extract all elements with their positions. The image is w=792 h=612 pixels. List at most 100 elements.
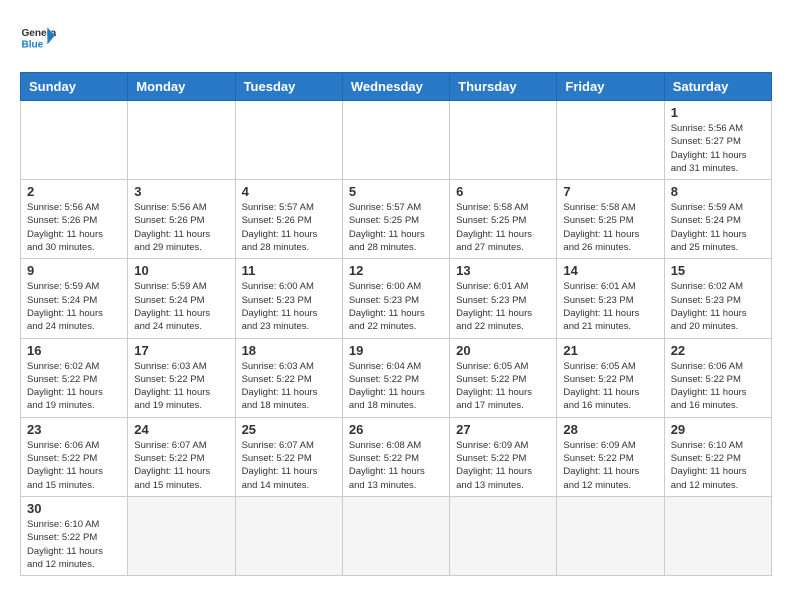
day-number: 7 bbox=[563, 184, 657, 199]
day-number: 6 bbox=[456, 184, 550, 199]
calendar-cell: 29 Sunrise: 6:10 AMSunset: 5:22 PMDayligh… bbox=[664, 417, 771, 496]
calendar-cell: 7 Sunrise: 5:58 AMSunset: 5:25 PMDaylight… bbox=[557, 180, 664, 259]
calendar: SundayMondayTuesdayWednesdayThursdayFrid… bbox=[20, 72, 772, 576]
day-number: 20 bbox=[456, 343, 550, 358]
day-info: Sunrise: 6:05 AMSunset: 5:22 PMDaylight:… bbox=[563, 360, 657, 413]
calendar-cell: 18 Sunrise: 6:03 AMSunset: 5:22 PMDayligh… bbox=[235, 338, 342, 417]
calendar-cell: 23Sunrise: 6:06 AMSunset: 5:22 PMDayligh… bbox=[21, 417, 128, 496]
day-info: Sunrise: 6:10 AMSunset: 5:22 PMDaylight:… bbox=[671, 439, 765, 492]
calendar-cell: 25 Sunrise: 6:07 AMSunset: 5:22 PMDayligh… bbox=[235, 417, 342, 496]
calendar-cell: 20Sunrise: 6:05 AMSunset: 5:22 PMDayligh… bbox=[450, 338, 557, 417]
calendar-cell bbox=[557, 496, 664, 575]
day-info: Sunrise: 6:00 AMSunset: 5:23 PMDaylight:… bbox=[349, 280, 443, 333]
day-number: 8 bbox=[671, 184, 765, 199]
calendar-header-wednesday: Wednesday bbox=[342, 73, 449, 101]
calendar-header-friday: Friday bbox=[557, 73, 664, 101]
calendar-cell bbox=[450, 496, 557, 575]
day-info: Sunrise: 6:02 AMSunset: 5:23 PMDaylight:… bbox=[671, 280, 765, 333]
day-number: 9 bbox=[27, 263, 121, 278]
calendar-cell: 28 Sunrise: 6:09 AMSunset: 5:22 PMDayligh… bbox=[557, 417, 664, 496]
calendar-cell: 4Sunrise: 5:57 AMSunset: 5:26 PMDaylight… bbox=[235, 180, 342, 259]
day-number: 1 bbox=[671, 105, 765, 120]
day-info: Sunrise: 5:59 AMSunset: 5:24 PMDaylight:… bbox=[671, 201, 765, 254]
day-number: 27 bbox=[456, 422, 550, 437]
day-number: 22 bbox=[671, 343, 765, 358]
day-info: Sunrise: 6:02 AMSunset: 5:22 PMDaylight:… bbox=[27, 360, 121, 413]
calendar-cell bbox=[235, 496, 342, 575]
day-number: 15 bbox=[671, 263, 765, 278]
calendar-header-monday: Monday bbox=[128, 73, 235, 101]
calendar-cell: 3 Sunrise: 5:56 AMSunset: 5:26 PMDaylight… bbox=[128, 180, 235, 259]
calendar-cell: 24 Sunrise: 6:07 AMSunset: 5:22 PMDayligh… bbox=[128, 417, 235, 496]
calendar-header-thursday: Thursday bbox=[450, 73, 557, 101]
calendar-week-row: 1Sunrise: 5:56 AMSunset: 5:27 PMDaylight… bbox=[21, 101, 772, 180]
calendar-cell: 27 Sunrise: 6:09 AMSunset: 5:22 PMDayligh… bbox=[450, 417, 557, 496]
calendar-cell: 21 Sunrise: 6:05 AMSunset: 5:22 PMDayligh… bbox=[557, 338, 664, 417]
day-number: 5 bbox=[349, 184, 443, 199]
day-info: Sunrise: 6:07 AMSunset: 5:22 PMDaylight:… bbox=[242, 439, 336, 492]
day-info: Sunrise: 6:06 AMSunset: 5:22 PMDaylight:… bbox=[27, 439, 121, 492]
day-number: 29 bbox=[671, 422, 765, 437]
day-info: Sunrise: 6:10 AMSunset: 5:22 PMDaylight:… bbox=[27, 518, 121, 571]
day-number: 30 bbox=[27, 501, 121, 516]
day-info: Sunrise: 6:01 AMSunset: 5:23 PMDaylight:… bbox=[456, 280, 550, 333]
calendar-cell bbox=[128, 496, 235, 575]
day-number: 26 bbox=[349, 422, 443, 437]
day-info: Sunrise: 5:59 AMSunset: 5:24 PMDaylight:… bbox=[134, 280, 228, 333]
day-number: 2 bbox=[27, 184, 121, 199]
day-info: Sunrise: 6:03 AMSunset: 5:22 PMDaylight:… bbox=[134, 360, 228, 413]
day-info: Sunrise: 5:58 AMSunset: 5:25 PMDaylight:… bbox=[456, 201, 550, 254]
calendar-header-row: SundayMondayTuesdayWednesdayThursdayFrid… bbox=[21, 73, 772, 101]
calendar-cell: 30 Sunrise: 6:10 AMSunset: 5:22 PMDayligh… bbox=[21, 496, 128, 575]
day-info: Sunrise: 6:09 AMSunset: 5:22 PMDaylight:… bbox=[456, 439, 550, 492]
day-info: Sunrise: 6:01 AMSunset: 5:23 PMDaylight:… bbox=[563, 280, 657, 333]
day-info: Sunrise: 6:03 AMSunset: 5:22 PMDaylight:… bbox=[242, 360, 336, 413]
day-info: Sunrise: 6:00 AMSunset: 5:23 PMDaylight:… bbox=[242, 280, 336, 333]
day-number: 24 bbox=[134, 422, 228, 437]
logo: General Blue bbox=[20, 20, 56, 56]
day-number: 3 bbox=[134, 184, 228, 199]
calendar-header-saturday: Saturday bbox=[664, 73, 771, 101]
calendar-cell bbox=[450, 101, 557, 180]
day-info: Sunrise: 5:56 AMSunset: 5:26 PMDaylight:… bbox=[134, 201, 228, 254]
calendar-cell: 5Sunrise: 5:57 AMSunset: 5:25 PMDaylight… bbox=[342, 180, 449, 259]
calendar-header-tuesday: Tuesday bbox=[235, 73, 342, 101]
calendar-cell: 6 Sunrise: 5:58 AMSunset: 5:25 PMDaylight… bbox=[450, 180, 557, 259]
day-number: 12 bbox=[349, 263, 443, 278]
page-header: General Blue bbox=[20, 20, 772, 56]
calendar-cell bbox=[664, 496, 771, 575]
calendar-cell bbox=[557, 101, 664, 180]
logo-icon: General Blue bbox=[20, 20, 56, 56]
day-number: 17 bbox=[134, 343, 228, 358]
day-number: 18 bbox=[242, 343, 336, 358]
day-info: Sunrise: 6:07 AMSunset: 5:22 PMDaylight:… bbox=[134, 439, 228, 492]
calendar-week-row: 30 Sunrise: 6:10 AMSunset: 5:22 PMDayligh… bbox=[21, 496, 772, 575]
day-number: 10 bbox=[134, 263, 228, 278]
day-info: Sunrise: 5:58 AMSunset: 5:25 PMDaylight:… bbox=[563, 201, 657, 254]
day-info: Sunrise: 6:09 AMSunset: 5:22 PMDaylight:… bbox=[563, 439, 657, 492]
calendar-cell: 17 Sunrise: 6:03 AMSunset: 5:22 PMDayligh… bbox=[128, 338, 235, 417]
day-number: 4 bbox=[242, 184, 336, 199]
calendar-cell bbox=[342, 101, 449, 180]
calendar-week-row: 9 Sunrise: 5:59 AMSunset: 5:24 PMDaylight… bbox=[21, 259, 772, 338]
calendar-cell: 2Sunrise: 5:56 AMSunset: 5:26 PMDaylight… bbox=[21, 180, 128, 259]
calendar-header-sunday: Sunday bbox=[21, 73, 128, 101]
calendar-cell: 16Sunrise: 6:02 AMSunset: 5:22 PMDayligh… bbox=[21, 338, 128, 417]
day-number: 19 bbox=[349, 343, 443, 358]
day-number: 25 bbox=[242, 422, 336, 437]
calendar-cell: 10 Sunrise: 5:59 AMSunset: 5:24 PMDayligh… bbox=[128, 259, 235, 338]
day-info: Sunrise: 6:06 AMSunset: 5:22 PMDaylight:… bbox=[671, 360, 765, 413]
day-info: Sunrise: 5:59 AMSunset: 5:24 PMDaylight:… bbox=[27, 280, 121, 333]
calendar-cell: 14 Sunrise: 6:01 AMSunset: 5:23 PMDayligh… bbox=[557, 259, 664, 338]
day-number: 14 bbox=[563, 263, 657, 278]
calendar-cell: 19Sunrise: 6:04 AMSunset: 5:22 PMDayligh… bbox=[342, 338, 449, 417]
calendar-cell: 9 Sunrise: 5:59 AMSunset: 5:24 PMDaylight… bbox=[21, 259, 128, 338]
calendar-cell: 12 Sunrise: 6:00 AMSunset: 5:23 PMDayligh… bbox=[342, 259, 449, 338]
calendar-cell: 22 Sunrise: 6:06 AMSunset: 5:22 PMDayligh… bbox=[664, 338, 771, 417]
calendar-cell bbox=[128, 101, 235, 180]
day-number: 28 bbox=[563, 422, 657, 437]
day-number: 13 bbox=[456, 263, 550, 278]
calendar-cell: 15 Sunrise: 6:02 AMSunset: 5:23 PMDayligh… bbox=[664, 259, 771, 338]
day-number: 21 bbox=[563, 343, 657, 358]
day-info: Sunrise: 6:08 AMSunset: 5:22 PMDaylight:… bbox=[349, 439, 443, 492]
